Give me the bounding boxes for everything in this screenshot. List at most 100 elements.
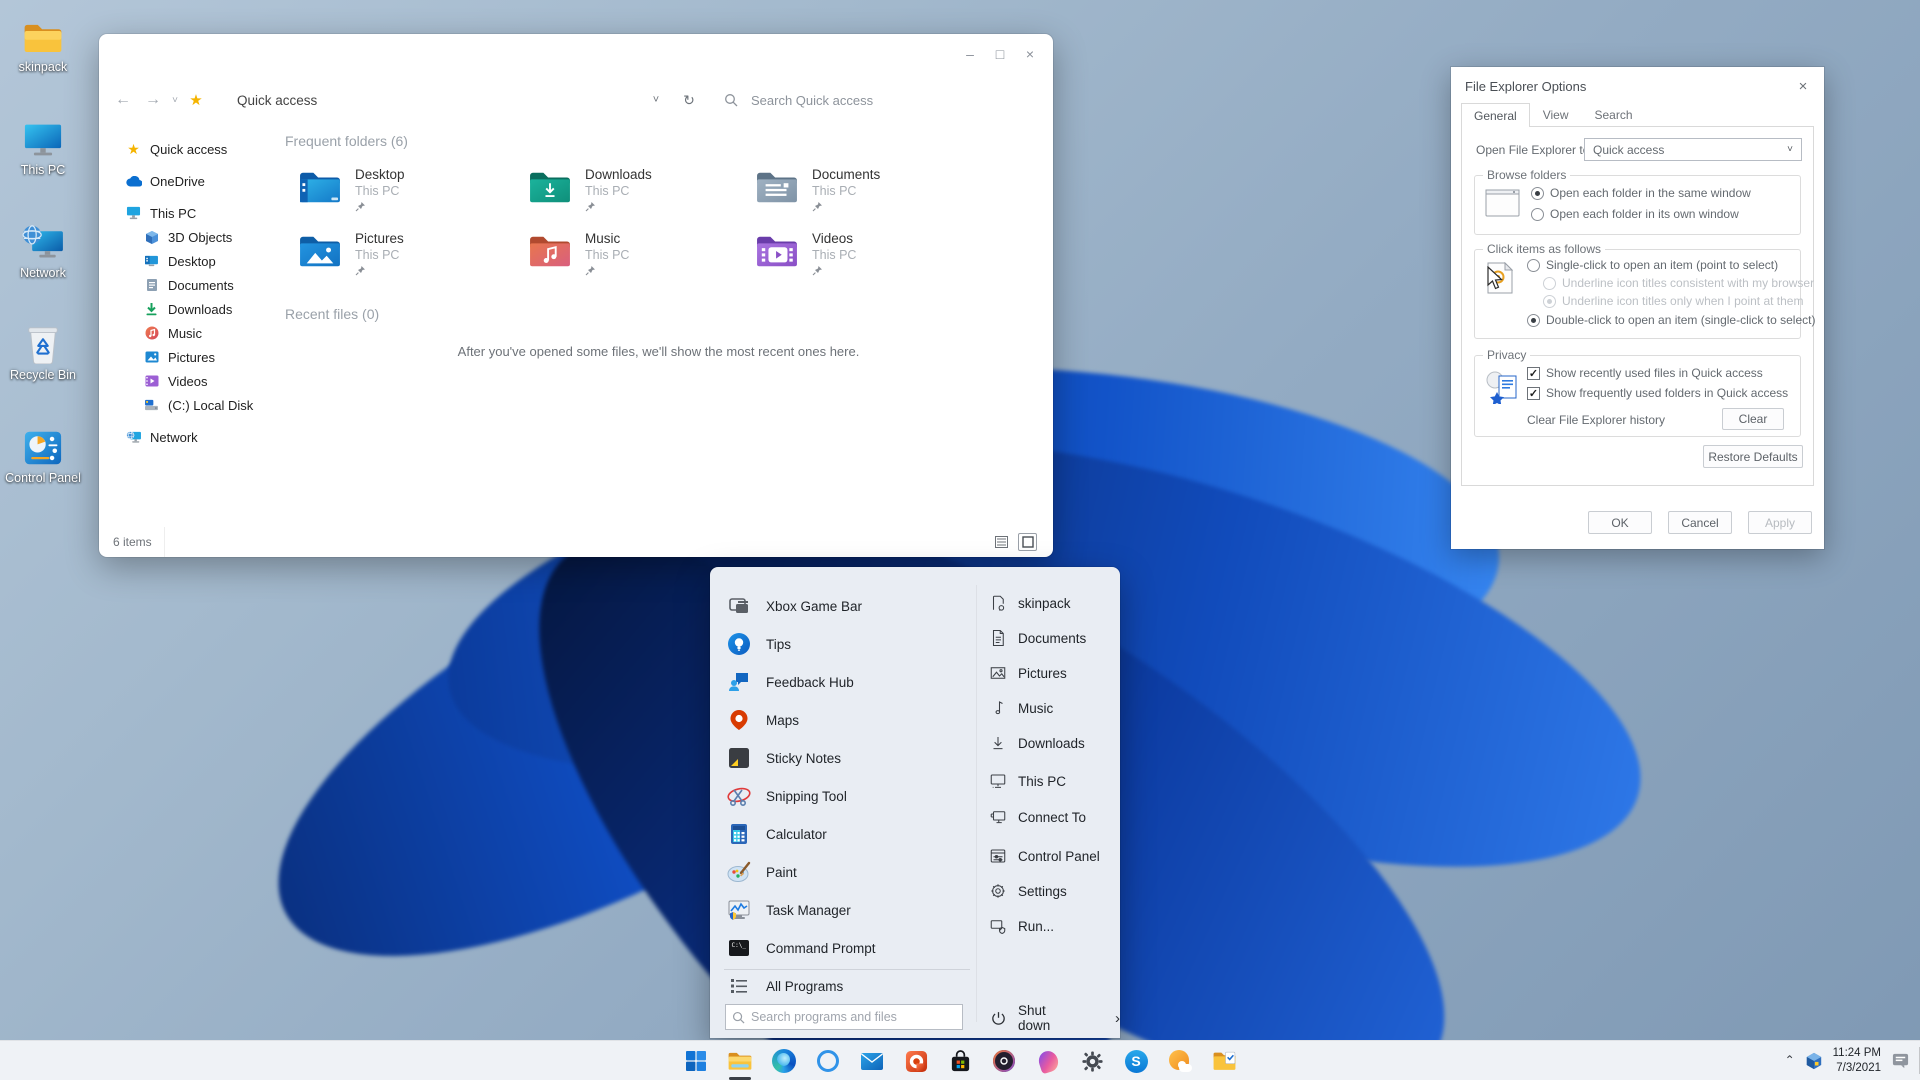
notification-center-icon[interactable] [1891, 1052, 1910, 1070]
start-item-downloads[interactable]: Downloads [988, 726, 1085, 760]
recent-files-empty-message: After you've opened some files, we'll sh… [284, 344, 1033, 359]
start-item-this-pc[interactable]: This PC [988, 764, 1066, 798]
desktop-icon-this-pc[interactable]: This PC [0, 115, 86, 177]
refresh-icon[interactable]: ↻ [679, 82, 699, 118]
sidebar-item-onedrive[interactable]: OneDrive [99, 169, 284, 193]
taskbar-clock[interactable]: 11:24 PM 7/3/2021 [1833, 1046, 1881, 1076]
start-search-box[interactable] [725, 1004, 963, 1030]
sidebar-item-desktop[interactable]: Desktop [99, 249, 284, 273]
folder-tile-videos[interactable]: Videos This PC [741, 228, 966, 284]
start-item-all-programs[interactable]: All Programs [726, 971, 843, 1001]
desktop-icon-recycle-bin[interactable]: Recycle Bin [0, 320, 86, 382]
sidebar-item-downloads[interactable]: Downloads [99, 297, 284, 321]
start-item-documents[interactable]: Documents [988, 621, 1086, 655]
forward-icon[interactable]: → [141, 82, 165, 118]
open-to-dropdown[interactable]: Quick access ˅ [1584, 138, 1802, 161]
minimize-button[interactable]: – [957, 42, 983, 66]
folder-check-icon [1212, 1050, 1237, 1072]
start-item-settings[interactable]: Settings [988, 874, 1067, 908]
search-input[interactable] [751, 87, 1031, 113]
pin-icon [812, 265, 823, 276]
check-recent-files[interactable]: ✓ Show recently used files in Quick acce… [1527, 366, 1763, 380]
tab-search[interactable]: Search [1582, 103, 1646, 126]
start-item-feedback-hub[interactable]: Feedback Hub [726, 663, 854, 701]
folder-tile-music[interactable]: Music This PC [514, 228, 739, 284]
taskbar-weather[interactable] [1158, 1041, 1202, 1080]
maximize-button[interactable]: □ [987, 42, 1013, 66]
start-item-calculator[interactable]: Calculator [726, 815, 827, 853]
details-view-icon[interactable] [992, 533, 1011, 551]
cancel-button[interactable]: Cancel [1668, 511, 1732, 534]
folder-tile-pictures[interactable]: Pictures This PC [284, 228, 509, 284]
start-item-pictures[interactable]: Pictures [988, 656, 1067, 690]
start-item-music[interactable]: Music [988, 691, 1053, 725]
user-icon [988, 593, 1008, 613]
start-item-tips[interactable]: Tips [726, 625, 791, 663]
checkbox-checked-icon: ✓ [1527, 367, 1540, 380]
address-dropdown-chevron-icon[interactable]: ˅ [647, 82, 665, 118]
tab-general[interactable]: General [1461, 103, 1530, 127]
apply-button[interactable]: Apply [1748, 511, 1812, 534]
start-item-run[interactable]: Run... [988, 909, 1054, 943]
taskbar-mail[interactable] [850, 1041, 894, 1080]
radio-single-click[interactable]: Single-click to open an item (point to s… [1527, 258, 1778, 272]
radio-double-click[interactable]: Double-click to open an item (single-cli… [1527, 313, 1815, 327]
sidebar-item-music[interactable]: Music [99, 321, 284, 345]
taskbar-store[interactable] [938, 1041, 982, 1080]
tray-chevron-up-icon[interactable]: ⌃ [1785, 1053, 1795, 1067]
folder-tile-desktop[interactable]: Desktop This PC [284, 164, 509, 220]
start-button[interactable] [674, 1041, 718, 1080]
taskbar-paint-3d[interactable] [1026, 1041, 1070, 1080]
restore-defaults-button[interactable]: Restore Defaults [1703, 445, 1803, 468]
start-item-paint[interactable]: Paint [726, 853, 797, 891]
folder-tile-documents[interactable]: Documents This PC [741, 164, 966, 220]
close-button[interactable]: × [1017, 42, 1043, 66]
start-item-user-skinpack[interactable]: skinpack [988, 586, 1071, 620]
desktop-icon-label: This PC [0, 163, 86, 177]
shutdown-button[interactable]: Shut down › [988, 1004, 1120, 1032]
sidebar-item-network[interactable]: Network [99, 425, 284, 449]
taskbar-groove-music[interactable] [982, 1041, 1026, 1080]
sidebar-item-pictures[interactable]: Pictures [99, 345, 284, 369]
dialog-close-icon[interactable]: × [1792, 75, 1814, 97]
recent-locations-chevron-icon[interactable]: ˅ [167, 82, 183, 118]
sidebar-item-videos[interactable]: Videos [99, 369, 284, 393]
start-item-snipping-tool[interactable]: Snipping Tool [726, 777, 847, 815]
back-icon[interactable]: ← [111, 82, 135, 118]
desktop-icon-network[interactable]: Network [0, 218, 86, 280]
tab-view[interactable]: View [1530, 103, 1582, 126]
radio-same-window[interactable]: Open each folder in the same window [1531, 186, 1751, 200]
check-frequent-folders[interactable]: ✓ Show frequently used folders in Quick … [1527, 386, 1788, 400]
sidebar-item-documents[interactable]: Documents [99, 273, 284, 297]
taskbar-tasks-folder[interactable] [1202, 1041, 1246, 1080]
clear-button[interactable]: Clear [1722, 408, 1784, 430]
address-bar[interactable]: Quick access [237, 82, 317, 118]
ok-button[interactable]: OK [1588, 511, 1652, 534]
file-explorer-options-dialog: File Explorer Options × General View Sea… [1451, 67, 1824, 549]
radio-own-window[interactable]: Open each folder in its own window [1531, 207, 1739, 221]
start-item-connect-to[interactable]: Connect To [988, 800, 1086, 834]
start-item-maps[interactable]: Maps [726, 701, 799, 739]
folder-tile-downloads[interactable]: Downloads This PC [514, 164, 739, 220]
sidebar-item-quick-access[interactable]: ★ Quick access [99, 137, 284, 161]
taskbar-file-explorer[interactable] [718, 1041, 762, 1080]
start-item-command-prompt[interactable]: C:\_ Command Prompt [726, 929, 876, 967]
taskbar-cortana[interactable] [806, 1041, 850, 1080]
taskbar-office[interactable] [894, 1041, 938, 1080]
sidebar-item-local-disk[interactable]: (C:) Local Disk [99, 393, 284, 417]
taskbar-edge[interactable] [762, 1041, 806, 1080]
start-item-xbox-game-bar[interactable]: Xbox Game Bar [726, 587, 862, 625]
thumbnail-view-icon[interactable] [1018, 533, 1037, 551]
folder-name: Downloads [585, 167, 652, 182]
sidebar-item-3d-objects[interactable]: 3D Objects [99, 225, 284, 249]
start-item-sticky-notes[interactable]: Sticky Notes [726, 739, 841, 777]
taskbar-skype[interactable]: S [1114, 1041, 1158, 1080]
start-search-input[interactable] [751, 1010, 956, 1024]
desktop-icon-skinpack[interactable]: skinpack [0, 12, 86, 74]
tray-cube-icon[interactable] [1805, 1052, 1823, 1070]
taskbar-settings[interactable] [1070, 1041, 1114, 1080]
start-item-control-panel[interactable]: Control Panel [988, 839, 1100, 873]
sidebar-item-this-pc[interactable]: This PC [99, 201, 284, 225]
start-item-task-manager[interactable]: Task Manager [726, 891, 851, 929]
desktop-icon-control-panel[interactable]: Control Panel [0, 423, 86, 485]
